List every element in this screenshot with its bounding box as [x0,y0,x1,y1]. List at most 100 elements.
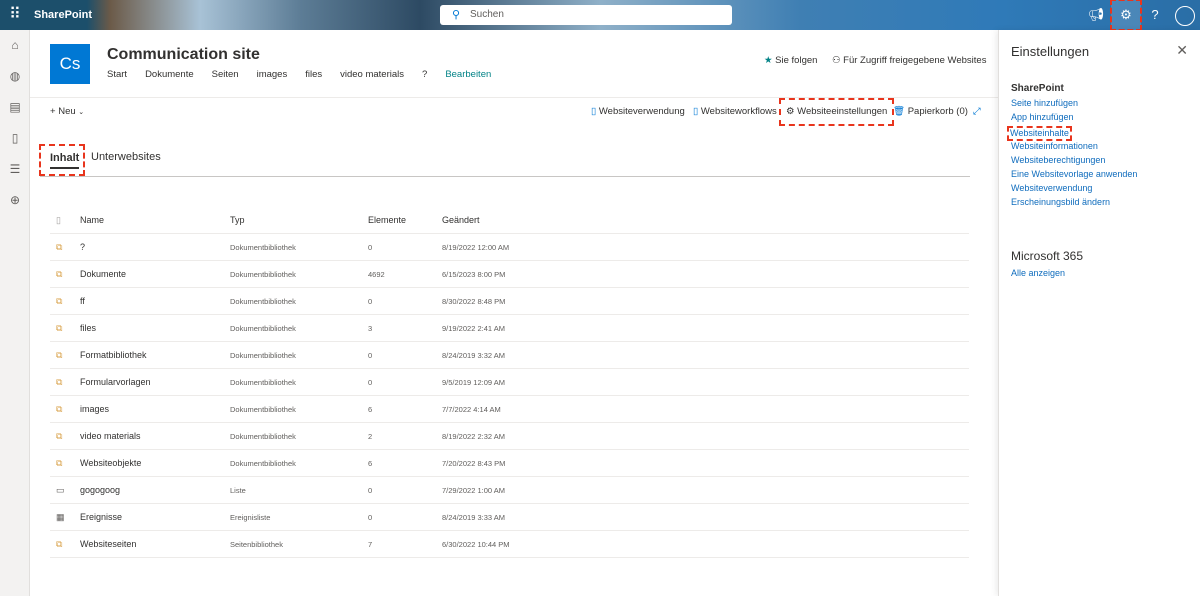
nav-images[interactable]: images [257,69,288,80]
avatar[interactable] [1170,0,1200,30]
row-name[interactable]: Websiteseiten [80,539,230,549]
home-icon[interactable]: ⌂ [0,30,30,61]
col-items[interactable]: Elemente [368,215,442,225]
col-modified[interactable]: Geändert [442,215,480,225]
library-icon: ⧉ [56,349,63,360]
table-row[interactable]: ⧉ Formularvorlagen Dokumentbibliothek 0 … [50,369,969,396]
table-row[interactable]: ⧉ Websiteseiten Seitenbibliothek 7 6/30/… [50,531,969,558]
table-row[interactable]: ⧉ images Dokumentbibliothek 6 7/7/2022 4… [50,396,969,423]
row-type: Ereignisliste [230,512,271,522]
megaphone-icon[interactable]: 📢︎ [1081,0,1111,30]
share-icon: ⚇ [832,55,841,66]
table-row[interactable]: ▦ Ereignisse Ereignisliste 0 8/24/2019 3… [50,504,969,531]
row-name[interactable]: video materials [80,431,230,441]
panel-link[interactable]: App hinzufügen [1011,111,1137,125]
table-row[interactable]: ⧉ ff Dokumentbibliothek 0 8/30/2022 8:48… [50,288,969,315]
panel-link[interactable]: Websiteberechtigungen [1011,154,1137,168]
library-icon: ⧉ [56,430,63,441]
col-name[interactable]: Name [80,215,230,225]
table-row[interactable]: ▭ gogogoog Liste 0 7/29/2022 1:00 AM [50,477,969,504]
top-bar: ⠿ SharePoint ⚲ Suchen 📢︎ ⚙ ? [0,0,1200,31]
star-icon: ★ [764,55,773,66]
panel-link[interactable]: Seite hinzufügen [1011,97,1137,111]
panel-link[interactable]: Eine Websitevorlage anwenden [1011,168,1137,182]
col-type[interactable]: Typ [230,215,368,225]
site-title[interactable]: Communication site [107,46,260,64]
shared-sites-button[interactable]: ⚇ Für Zugriff freigegebene Websites [832,55,986,66]
row-modified: 7/29/2022 1:00 AM [442,485,505,495]
library-icon: ⧉ [56,376,63,387]
row-name[interactable]: gogogoog [80,485,230,495]
row-name[interactable]: ff [80,296,230,306]
table-row[interactable]: ⧉ files Dokumentbibliothek 3 9/19/2022 2… [50,315,969,342]
row-name[interactable]: Ereignisse [80,512,230,522]
create-icon[interactable]: ⊕ [0,185,30,216]
site-workflows-button[interactable]: ▯ Websiteworkflows [693,104,777,120]
new-button[interactable]: + Neu ⌄ [50,104,84,120]
row-modified: 9/19/2022 2:41 AM [442,323,505,333]
recycle-label: Papierkorb (0) [907,106,968,117]
table-row[interactable]: ⧉ video materials Dokumentbibliothek 2 8… [50,423,969,450]
row-items: 0 [368,296,373,306]
library-icon: ⧉ [56,241,63,252]
gear-icon[interactable]: ⚙ [1110,0,1142,31]
app-launcher-icon[interactable]: ⠿ [0,0,30,30]
panel-link[interactable]: Websiteinhalte [1007,125,1072,142]
row-name[interactable]: ? [80,242,230,252]
row-type: Liste [230,485,246,495]
close-icon[interactable]: ✕ [1176,42,1188,59]
row-modified: 6/30/2022 10:44 PM [442,539,510,549]
table-row[interactable]: ⧉ Websiteobjekte Dokumentbibliothek 6 7/… [50,450,969,477]
row-items: 2 [368,431,373,441]
news-icon[interactable]: ▤ [0,92,30,123]
panel-link[interactable]: Erscheinungsbild ändern [1011,196,1137,210]
recycle-bin-button[interactable]: 🗑︎ Papierkorb (0) [893,104,968,120]
library-icon: ⧉ [56,457,63,468]
row-name[interactable]: images [80,404,230,414]
row-name[interactable]: files [80,323,230,333]
table-row[interactable]: ⧉ Formatbibliothek Dokumentbibliothek 0 … [50,342,969,369]
row-items: 4692 [368,269,385,279]
nav-video-materials[interactable]: video materials [340,69,404,80]
search-input[interactable]: ⚲ Suchen [440,5,732,25]
row-type: Dokumentbibliothek [230,269,296,279]
panel-link[interactable]: Websiteverwendung [1011,182,1137,196]
nav-seiten[interactable]: Seiten [212,69,239,80]
expand-icon[interactable]: ⤢ [973,104,981,120]
phone-icon: ▯ [693,106,699,117]
app-name[interactable]: SharePoint [30,0,92,30]
search-icon: ⚲ [452,9,461,21]
follow-button[interactable]: ★ Sie folgen [764,55,817,66]
row-modified: 8/24/2019 3:33 AM [442,512,505,522]
row-name[interactable]: Websiteobjekte [80,458,230,468]
usage-label: Websiteverwendung [598,106,685,117]
row-name[interactable]: Formatbibliothek [80,350,230,360]
globe-icon[interactable]: ◍ [0,61,30,92]
row-name[interactable]: Dokumente [80,269,230,279]
shared-label: Für Zugriff freigegebene Websites [843,55,987,66]
nav-question[interactable]: ? [422,69,427,80]
nav-files[interactable]: files [305,69,322,80]
table-row[interactable]: ⧉ Dokumente Dokumentbibliothek 4692 6/15… [50,261,969,288]
row-name[interactable]: Formularvorlagen [80,377,230,387]
row-modified: 8/19/2022 2:32 AM [442,431,505,441]
tab-divider [40,176,970,177]
document-icon[interactable]: ▯ [0,123,30,154]
divider [30,97,998,98]
list-icon[interactable]: ☰ [0,154,30,185]
tab-subsites[interactable]: Unterwebsites [91,151,161,163]
row-type: Dokumentbibliothek [230,404,296,414]
nav-edit-link[interactable]: Bearbeiten [445,69,491,80]
nav-dokumente[interactable]: Dokumente [145,69,194,80]
table-row[interactable]: ⧉ ? Dokumentbibliothek 0 8/19/2022 12:00… [50,234,969,261]
show-all-link[interactable]: Alle anzeigen [1011,267,1065,281]
site-usage-button[interactable]: ▯ Websiteverwendung [591,104,685,120]
panel-link[interactable]: Websiteinformationen [1011,140,1137,154]
nav-start[interactable]: Start [107,69,127,80]
tab-contents[interactable]: Inhalt [39,144,85,176]
phone-icon: ▯ [591,106,597,117]
contents-table: ▯ Name Typ Elemente Geändert ⧉ ? Dokumen… [50,207,969,558]
site-settings-button[interactable]: ⚙ Websiteeinstellungen [778,98,895,126]
help-icon[interactable]: ? [1140,0,1170,30]
plus-icon: + [50,106,56,117]
